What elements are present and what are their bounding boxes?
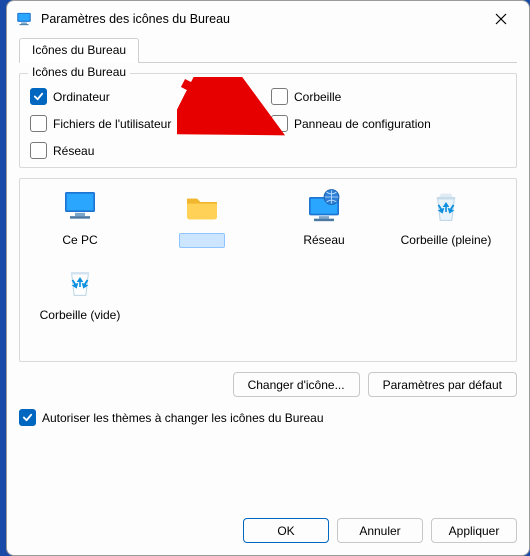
icon-action-row: Changer d'icône... Paramètres par défaut	[19, 372, 517, 397]
apply-button[interactable]: Appliquer	[431, 518, 517, 543]
desktop-icons-group: Icônes du Bureau Ordinateur Corbeille Fi…	[19, 73, 517, 168]
desktop-icon-settings-window: Paramètres des icônes du Bureau Icônes d…	[6, 0, 530, 556]
preview-caption-selected	[179, 233, 225, 248]
checkbox-user-files[interactable]: Fichiers de l'utilisateur	[30, 115, 265, 132]
preview-recycle-empty[interactable]: Corbeille (vide)	[28, 262, 132, 322]
recycle-full-icon	[426, 187, 466, 227]
group-legend: Icônes du Bureau	[28, 65, 130, 79]
checkbox-label: Réseau	[53, 144, 94, 158]
restore-defaults-button[interactable]: Paramètres par défaut	[368, 372, 517, 397]
recycle-empty-icon	[60, 262, 100, 302]
preview-network[interactable]: Réseau	[272, 187, 376, 248]
titlebar: Paramètres des icônes du Bureau	[7, 1, 529, 37]
checkbox-network[interactable]: Réseau	[30, 142, 265, 159]
this-pc-icon	[60, 187, 100, 227]
window-title: Paramètres des icônes du Bureau	[41, 12, 479, 26]
preview-caption: Corbeille (vide)	[40, 308, 121, 322]
cancel-button[interactable]: Annuler	[337, 518, 423, 543]
button-label: Appliquer	[449, 524, 500, 538]
button-label: Changer d'icône...	[248, 378, 345, 392]
button-label: OK	[277, 524, 294, 538]
ok-button[interactable]: OK	[243, 518, 329, 543]
checkbox-label: Autoriser les thèmes à changer les icône…	[42, 411, 324, 425]
checkbox-recycle-bin[interactable]: Corbeille	[271, 88, 506, 105]
checkbox-computer[interactable]: Ordinateur	[30, 88, 265, 105]
preview-caption: Corbeille (pleine)	[401, 233, 492, 247]
icon-preview-pane: Ce PC	[19, 178, 517, 362]
check-icon	[33, 91, 44, 102]
preview-user-folder[interactable]	[150, 187, 254, 248]
preview-caption: Ce PC	[62, 233, 97, 247]
checkbox-label: Ordinateur	[53, 90, 110, 104]
tabstrip: Icônes du Bureau	[19, 37, 517, 63]
folder-icon	[182, 187, 222, 227]
preview-recycle-full[interactable]: Corbeille (pleine)	[394, 187, 498, 248]
tab-label: Icônes du Bureau	[32, 43, 126, 57]
checkbox-label: Corbeille	[294, 90, 341, 104]
client-area: Icônes du Bureau Icônes du Bureau Ordina…	[7, 37, 529, 508]
preview-this-pc[interactable]: Ce PC	[28, 187, 132, 248]
checkbox-control-panel[interactable]: Panneau de configuration	[271, 115, 506, 132]
checkbox-allow-themes[interactable]: Autoriser les thèmes à changer les icône…	[19, 409, 517, 426]
network-icon	[304, 187, 344, 227]
system-icon	[15, 10, 33, 28]
button-label: Paramètres par défaut	[383, 378, 502, 392]
close-button[interactable]	[479, 4, 523, 34]
tab-desktop-icons[interactable]: Icônes du Bureau	[19, 38, 139, 63]
dialog-footer: OK Annuler Appliquer	[7, 508, 529, 555]
checkbox-label: Panneau de configuration	[294, 117, 431, 131]
close-icon	[495, 13, 507, 25]
button-label: Annuler	[359, 524, 400, 538]
checkbox-label: Fichiers de l'utilisateur	[53, 117, 171, 131]
check-icon	[22, 412, 33, 423]
change-icon-button[interactable]: Changer d'icône...	[233, 372, 360, 397]
preview-caption: Réseau	[303, 233, 344, 247]
